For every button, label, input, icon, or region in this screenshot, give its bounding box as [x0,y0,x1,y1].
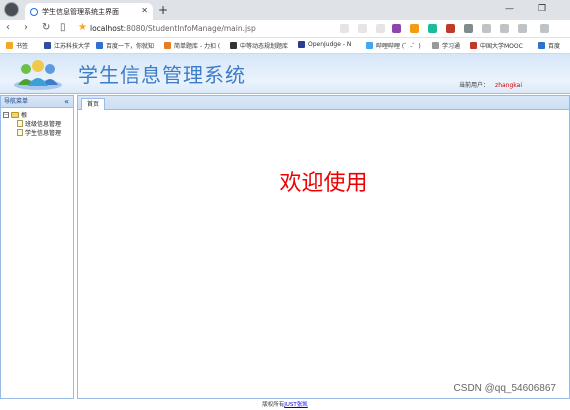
leetcode-icon [230,42,237,49]
baidu-icon [96,42,103,49]
browser-tab-active[interactable]: 学生信息管理系统主界面 ✕ [25,3,153,20]
lightning-icon[interactable] [340,24,349,33]
tab-home[interactable]: 首页 [81,98,106,110]
nav-sidebar: 导航菜单 « − 根 班级信息管理 学生信息管理 [0,95,74,399]
bilibili-icon [366,42,373,49]
nav-tree: − 根 班级信息管理 学生信息管理 [1,108,73,139]
bookmark-item[interactable]: 中国大学MOOC [470,41,523,50]
back-icon[interactable]: ‹ [6,22,10,33]
download-icon[interactable] [464,24,473,33]
chevron-down-icon[interactable] [376,24,385,33]
bookmark-label: 江苏科技大学 [54,43,91,50]
url-host: localhost [90,24,124,33]
leetcode-icon [164,42,171,49]
welcome-text: 欢迎使用 [279,171,368,196]
main-panel: 首页 欢迎使用 [77,95,570,399]
current-user: 当前用户： zhangkai [459,80,522,89]
bookmark-item[interactable]: 书签 [6,41,28,50]
mooc-icon [470,42,477,49]
url-input[interactable]: localhost:8080/StudentInfoManage/main.js… [90,24,256,33]
collapse-icon[interactable]: « [64,96,69,108]
url-path: :8080/StudentInfoManage/main.jsp [123,24,256,33]
close-tab-icon[interactable]: ✕ [141,6,148,15]
bookmark-item[interactable]: OpenJudge - N [298,41,351,48]
new-tab-button[interactable]: + [158,3,168,17]
reading-mode-icon[interactable]: ▯ [60,22,66,33]
document-icon [17,129,23,136]
bookmark-item[interactable]: 百度 [538,41,560,50]
current-user-name: zhangkai [495,82,522,89]
tree-item-label: 班级信息管理 [25,121,62,128]
author-link[interactable]: JUST张凯 [284,402,308,408]
minimize-icon[interactable]: — [505,4,514,14]
openjudge-icon [298,41,305,48]
sidebar-title: 导航菜单 [4,98,29,105]
extension-icon[interactable] [428,24,437,33]
footer: 版权所有JUST张凯 [0,400,570,410]
bookmark-star-icon[interactable]: ★ [78,22,87,33]
menu-icon[interactable] [540,24,549,33]
tree-item-class-info[interactable]: 班级信息管理 [3,119,71,128]
folder-icon [11,111,19,118]
app-header: 学生信息管理系统 当前用户： zhangkai [0,54,570,94]
bookmark-label: 百度 [548,43,561,50]
extension-icon[interactable] [392,24,401,33]
current-user-label: 当前用户： [459,82,490,89]
bookmark-label: 学习通 [442,43,461,50]
bookmark-item[interactable]: 江苏科技大学 [44,41,90,50]
forward-icon[interactable]: › [24,22,28,33]
tree-root-label: 根 [21,112,28,119]
bookmark-item[interactable]: 中等动态规划题库 [230,41,288,50]
collapse-node-icon[interactable]: − [3,111,9,118]
copyright-text: 版权所有 [262,402,285,408]
document-icon [17,120,23,127]
globe-icon [432,42,439,49]
scissors-icon[interactable] [482,24,491,33]
bookmarks-bar: 书签 江苏科技大学 百度一下，你就知 简单题库 - 力扣 ( 中等动态规划题库 … [0,38,570,54]
bookmark-label: 中国大学MOOC [480,43,523,50]
undo-icon[interactable] [500,24,509,33]
system-title: 学生信息管理系统 [78,63,246,87]
csdn-watermark: CSDN @qq_54606867 [453,383,556,394]
bookmark-item[interactable]: 百度一下，你就知 [96,41,154,50]
bookmark-label: 中等动态规划题库 [240,43,289,50]
profile-avatar[interactable] [4,2,19,17]
users-logo-icon [14,60,62,90]
browser-tab-bar: 学生信息管理系统主界面 ✕ + — ❐ [0,0,570,20]
sidebar-header: 导航菜单 « [1,96,73,108]
star-icon [6,42,13,49]
baidu-icon [538,42,545,49]
bookmark-label: 哔哩哔哩 (゜-゜) [376,43,421,50]
bookmark-label: OpenJudge - N [308,41,352,48]
address-bar: ‹ › ↻ ▯ ★ localhost:8080/StudentInfoMana… [0,20,570,38]
moon-icon[interactable] [518,24,527,33]
share-icon[interactable] [358,24,367,33]
pdf-icon[interactable] [446,24,455,33]
main-tab-strip: 首页 [78,96,569,110]
bookmark-label: 简单题库 - 力扣 ( [174,43,221,50]
tree-item-student-info[interactable]: 学生信息管理 [3,128,71,137]
bookmark-label: 百度一下，你就知 [106,43,155,50]
bookmark-label: 书签 [16,43,29,50]
window-restore-icon[interactable]: ❐ [538,4,546,14]
game-icon[interactable] [410,24,419,33]
reload-icon[interactable]: ↻ [42,22,50,33]
tree-item-label: 学生信息管理 [25,130,62,137]
globe-icon [30,7,38,16]
bookmark-item[interactable]: 学习通 [432,41,460,50]
bookmark-item[interactable]: 简单题库 - 力扣 ( [164,41,220,50]
bookmark-item[interactable]: 哔哩哔哩 (゜-゜) [366,41,421,50]
tab-title: 学生信息管理系统主界面 [42,7,119,16]
tree-root[interactable]: − 根 [3,110,71,119]
globe-icon [44,42,51,49]
